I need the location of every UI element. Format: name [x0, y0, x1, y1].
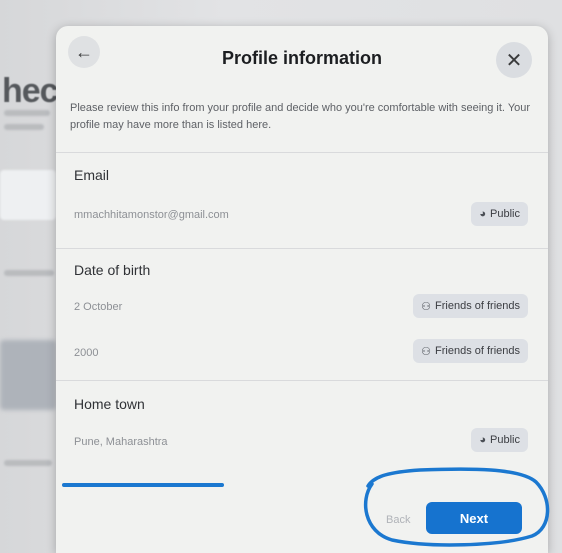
- progress-bar: [62, 483, 224, 487]
- email-value: mmachhitamonstor@gmail.com: [74, 209, 229, 221]
- globe-icon: ◕: [479, 208, 487, 220]
- home-town-value: Pune, Maharashtra: [74, 436, 168, 448]
- section-title-home-town: Home town: [74, 396, 145, 412]
- audience-label: Public: [490, 434, 520, 446]
- divider: [56, 152, 548, 153]
- close-icon: ✕: [505, 49, 523, 72]
- background-avatar: [0, 340, 56, 410]
- background-text-line: [4, 110, 50, 116]
- background-text-line: [4, 124, 44, 130]
- back-button[interactable]: Back: [386, 514, 410, 526]
- profile-information-dialog: ← Profile information ✕ Please review th…: [56, 26, 548, 553]
- birthday-value: 2 October: [74, 301, 123, 313]
- audience-button-birthday[interactable]: ⚇ Friends of friends: [413, 294, 528, 318]
- background-card: [0, 170, 56, 220]
- dialog-intro-text: Please review this info from your profil…: [70, 102, 531, 131]
- audience-label: Public: [490, 208, 520, 220]
- close-button[interactable]: ✕: [496, 42, 532, 78]
- next-button[interactable]: Next: [426, 502, 522, 534]
- section-title-email: Email: [74, 167, 110, 183]
- audience-label: Friends of friends: [435, 300, 520, 312]
- divider: [56, 380, 548, 381]
- background-text-line: [4, 270, 54, 276]
- friends-icon: ⚇: [421, 300, 432, 313]
- background-text-line: [4, 460, 52, 466]
- section-title-date-of-birth: Date of birth: [74, 262, 151, 278]
- dialog-header: ← Profile information ✕: [56, 26, 548, 86]
- divider: [56, 248, 548, 249]
- audience-label: Friends of friends: [435, 345, 520, 357]
- friends-icon: ⚇: [421, 345, 432, 358]
- birth-year-value: 2000: [74, 347, 99, 359]
- dialog-title: Profile information: [221, 48, 382, 68]
- audience-button-email[interactable]: ◕ Public: [471, 202, 528, 226]
- audience-button-home-town[interactable]: ◕ Public: [471, 428, 528, 452]
- globe-icon: ◕: [479, 434, 487, 446]
- audience-button-birth-year[interactable]: ⚇ Friends of friends: [413, 339, 528, 363]
